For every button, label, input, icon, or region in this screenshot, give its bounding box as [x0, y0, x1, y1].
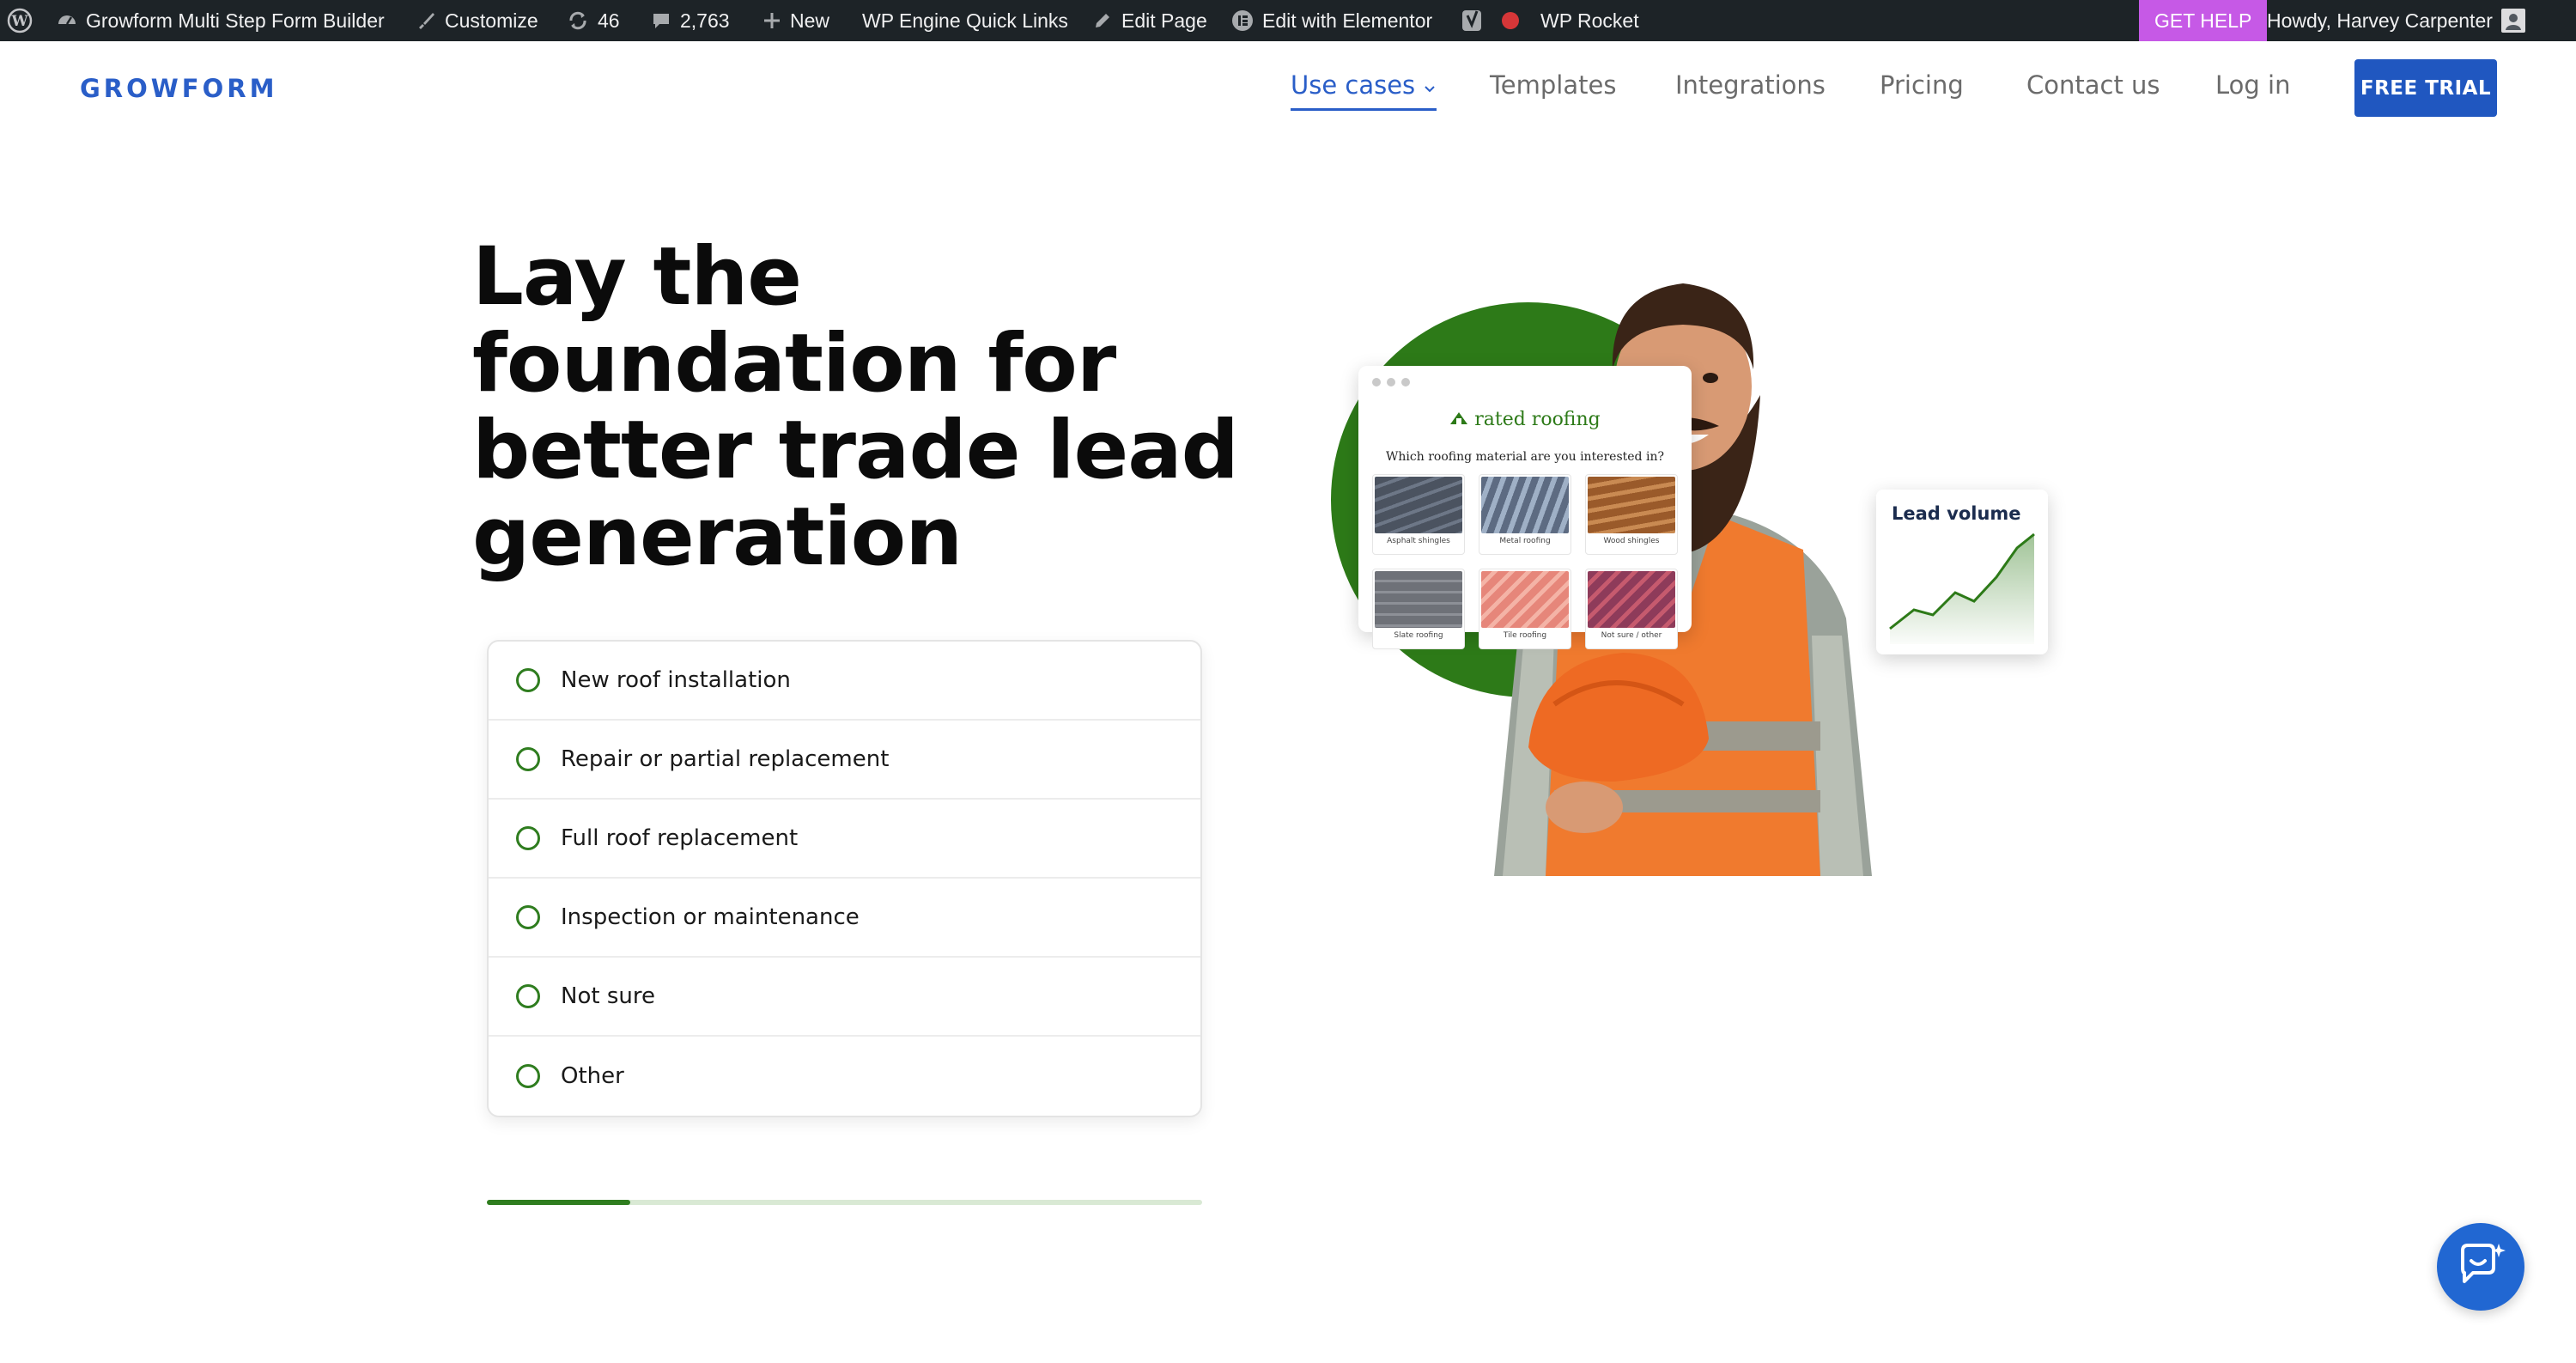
tile-tile: Tile roofing: [1479, 569, 1571, 649]
headline-line: Lay the: [472, 230, 802, 324]
avatar: [2500, 9, 2525, 33]
radio-button[interactable]: [516, 905, 540, 929]
brush-icon: [416, 10, 436, 31]
svg-text:W: W: [10, 13, 28, 30]
plus-icon: [762, 11, 781, 30]
radio-button[interactable]: [516, 984, 540, 1008]
card-question: Which roofing material are you intereste…: [1386, 450, 1664, 464]
admin-edit-elementor[interactable]: Edit with Elementor: [1231, 0, 1432, 41]
radio-button[interactable]: [516, 826, 540, 850]
tile-asphalt: Asphalt shingles: [1372, 474, 1465, 555]
option-list: New roof installation Repair or partial …: [487, 640, 1202, 1117]
dashboard-icon: [57, 10, 77, 31]
chat-icon: [2456, 1242, 2506, 1292]
get-help-button[interactable]: GET HELP: [2139, 0, 2268, 41]
elementor-icon: [1231, 9, 1254, 32]
option-inspection[interactable]: Inspection or maintenance: [489, 879, 1200, 958]
headline-line: foundation for: [472, 317, 1116, 411]
nav-login[interactable]: Log in: [2215, 70, 2290, 100]
option-repair-partial[interactable]: Repair or partial replacement: [489, 721, 1200, 800]
free-trial-button[interactable]: FREE TRIAL: [2354, 59, 2497, 117]
option-not-sure[interactable]: Not sure: [489, 958, 1200, 1037]
option-new-roof-installation[interactable]: New roof installation: [489, 642, 1200, 721]
admin-wp-rocket[interactable]: WP Rocket: [1540, 0, 1639, 41]
admin-edit-page[interactable]: Edit Page: [1092, 0, 1207, 41]
headline-line: generation: [472, 490, 963, 584]
form-progress-bar: [487, 1200, 1202, 1205]
chat-widget-button[interactable]: [2437, 1223, 2524, 1311]
yoast-icon[interactable]: [1461, 0, 1484, 41]
window-dots: [1372, 378, 1410, 386]
option-other[interactable]: Other: [489, 1037, 1200, 1116]
progress-fill: [487, 1200, 630, 1205]
radio-button[interactable]: [516, 668, 540, 692]
nav-use-cases[interactable]: Use cases: [1291, 70, 1437, 111]
option-full-replacement[interactable]: Full roof replacement: [489, 800, 1200, 879]
brand-logo[interactable]: GROWFORM: [80, 74, 277, 103]
admin-site-name[interactable]: Growform Multi Step Form Builder: [57, 0, 385, 41]
lead-volume-card: Lead volume: [1876, 490, 2048, 654]
headline-line: better trade lead: [472, 404, 1239, 497]
admin-updates[interactable]: 46: [567, 0, 620, 41]
comment-icon: [651, 10, 671, 31]
lead-volume-sparkline: [1889, 532, 2035, 644]
admin-bar: W Growform Multi Step Form Builder Custo…: [0, 0, 2576, 41]
lead-volume-title: Lead volume: [1892, 503, 2021, 524]
rocket-status-dot: [1501, 0, 1520, 41]
admin-new[interactable]: New: [762, 0, 829, 41]
card-brand: rated roofing: [1358, 409, 1692, 430]
tile-metal: Metal roofing: [1479, 474, 1571, 555]
roofing-form-card: rated roofing Which roofing material are…: [1358, 366, 1692, 649]
admin-account[interactable]: Howdy, Harvey Carpenter: [2267, 0, 2525, 41]
admin-comments[interactable]: 2,763: [651, 0, 730, 41]
wordpress-icon[interactable]: W: [7, 0, 33, 41]
admin-quick-links[interactable]: WP Engine Quick Links: [862, 0, 1068, 41]
tile-wood: Wood shingles: [1585, 474, 1678, 555]
nav-templates[interactable]: Templates: [1490, 70, 1616, 100]
nav-contact[interactable]: Contact us: [2026, 70, 2160, 100]
nav-integrations[interactable]: Integrations: [1675, 70, 1826, 100]
radio-button[interactable]: [516, 747, 540, 771]
tile-slate: Slate roofing: [1372, 569, 1465, 649]
hero-illustration: rated roofing Which roofing material are…: [1322, 258, 2069, 876]
tile-not-sure: Not sure / other: [1585, 569, 1678, 649]
nav-pricing[interactable]: Pricing: [1880, 70, 1964, 100]
hero-headline: Lay the foundation for better trade lead…: [472, 234, 1245, 581]
radio-button[interactable]: [516, 1064, 540, 1088]
refresh-icon: [567, 9, 589, 32]
roof-logo-icon: [1449, 409, 1468, 430]
chevron-down-icon: [1423, 70, 1437, 100]
admin-customize[interactable]: Customize: [416, 0, 538, 41]
pencil-icon: [1092, 10, 1113, 31]
